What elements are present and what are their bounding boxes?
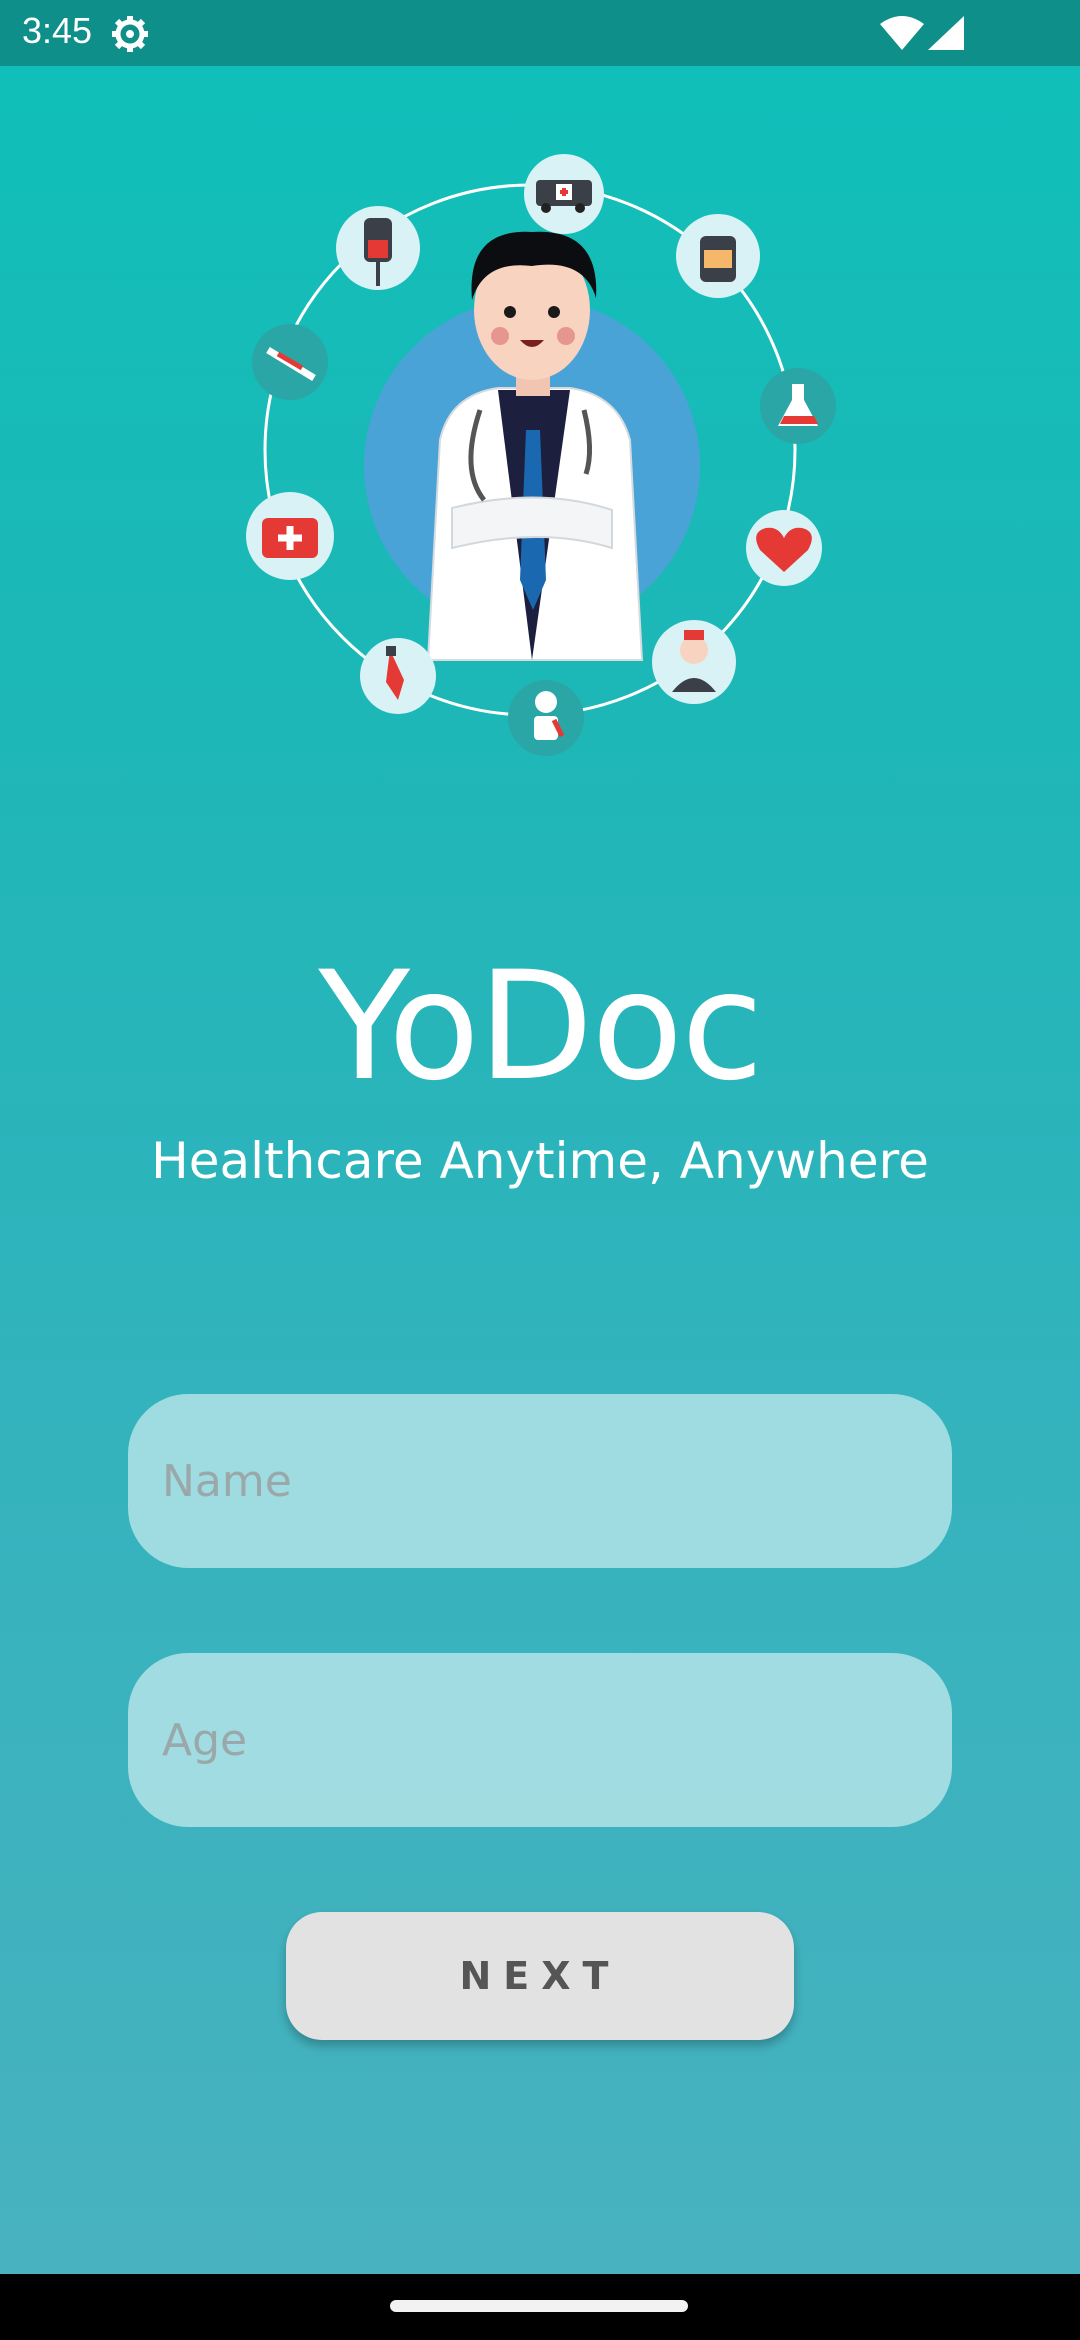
first-aid-kit-icon: [246, 492, 334, 580]
gear-icon: [112, 16, 148, 52]
name-input[interactable]: [128, 1394, 952, 1568]
app-tagline: Healthcare Anytime, Anywhere: [151, 1132, 929, 1190]
ambulance-icon: [524, 154, 604, 234]
nurse-icon: [652, 620, 736, 704]
wifi-icon: [880, 16, 924, 50]
home-gesture-handle[interactable]: [390, 2300, 688, 2312]
flask-icon: [760, 368, 836, 444]
age-input[interactable]: [128, 1653, 952, 1827]
dropper-icon: [360, 638, 436, 714]
cell-signal-icon: [928, 16, 964, 50]
syringe-icon: [252, 324, 328, 400]
iv-bag-icon: [336, 206, 420, 290]
doctor-figure: [426, 231, 644, 661]
doctor-illustration: [246, 154, 836, 756]
heart-icon: [746, 510, 822, 586]
status-time: 3:45: [22, 10, 93, 51]
next-button[interactable]: NEXT: [286, 1912, 794, 2040]
status-bar: 3:45: [0, 0, 1080, 66]
app-title: YoDoc: [318, 940, 763, 1114]
medicine-bottle-icon: [676, 214, 760, 298]
patient-icon: [508, 680, 584, 756]
